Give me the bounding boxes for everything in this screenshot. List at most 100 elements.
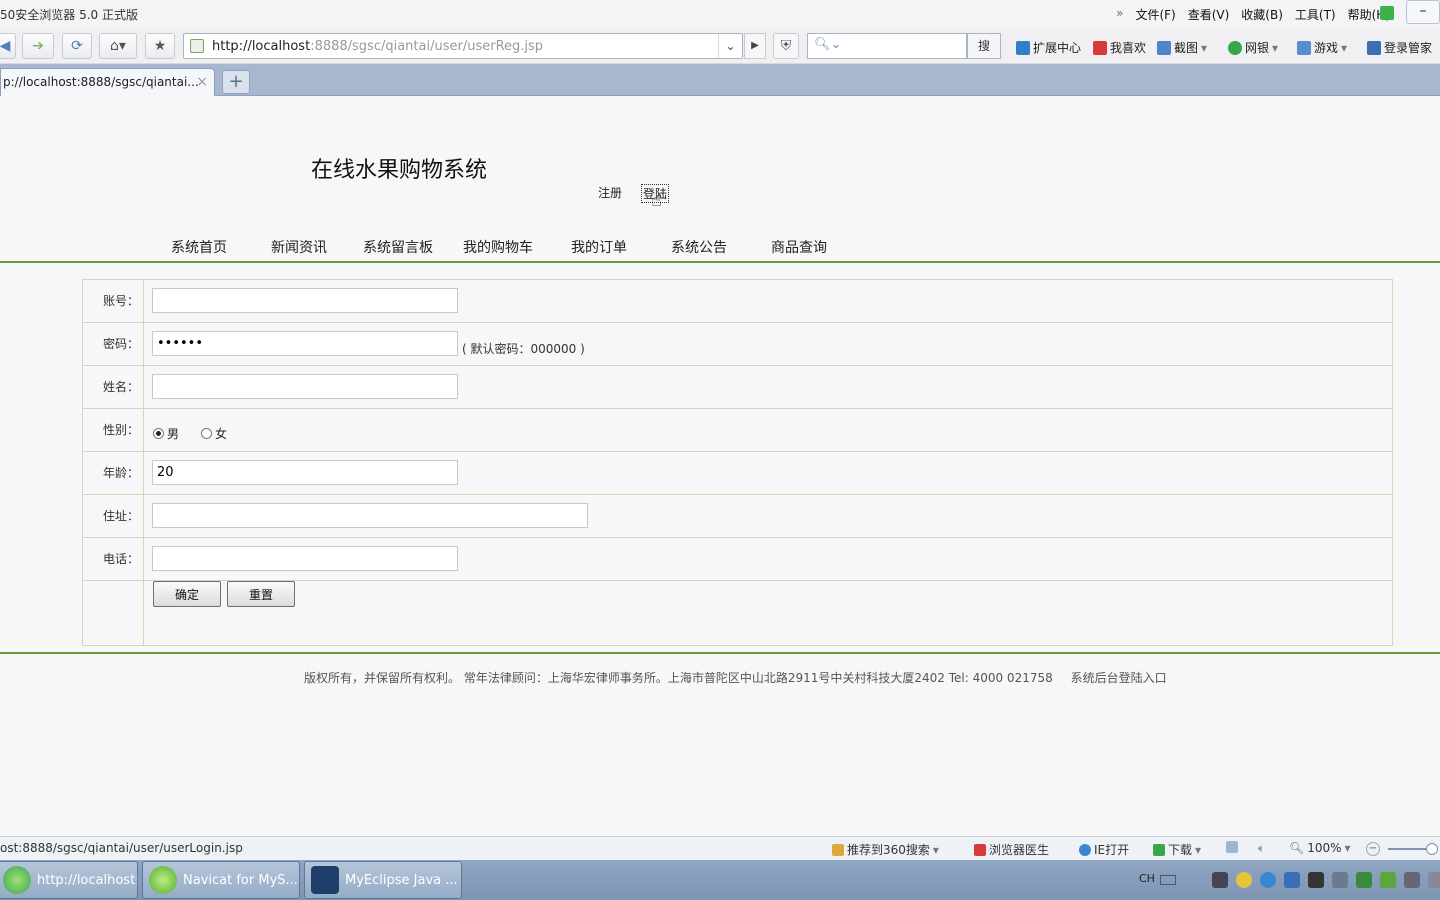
footer-copyright: 版权所有，并保留所有权利。 常年法律顾问：上海华宏律师事务所。上海市普陀区中山北…	[304, 671, 1053, 685]
gender-male-radio[interactable]: 男	[153, 425, 179, 442]
gender-female-radio[interactable]: 女	[201, 425, 227, 442]
ext-center[interactable]: 扩展中心	[1016, 39, 1081, 56]
download-icon	[1153, 843, 1165, 856]
tab-close-icon[interactable]: ×	[196, 74, 208, 90]
address-row: 住址：	[83, 495, 1392, 538]
ime-indicator[interactable]: CH	[1139, 872, 1155, 885]
nav-announcements[interactable]: 系统公告	[671, 237, 727, 257]
submit-button[interactable]: 确定	[153, 581, 221, 607]
address-bar[interactable]: http://localhost:8888/sgsc/qiantai/user/…	[183, 33, 743, 59]
register-link[interactable]: 注册	[598, 184, 622, 201]
zoom-control[interactable]: 🔍︎ 100% ▾	[1289, 841, 1351, 855]
myeclipse-app-icon	[311, 866, 339, 894]
zoom-slider[interactable]: −	[1366, 842, 1440, 856]
recommend-button[interactable]: 推荐到360搜索 ▾	[832, 841, 939, 858]
browser-doctor-button[interactable]: 浏览器医生	[974, 841, 1049, 858]
address-dropdown-icon[interactable]: ⌄	[718, 34, 742, 58]
go-icon[interactable]: ▶	[744, 33, 766, 59]
navicat-app-icon	[149, 866, 177, 894]
name-input[interactable]	[152, 374, 458, 399]
menu-favorites[interactable]: 收藏(B)	[1241, 6, 1283, 23]
hand-cursor-icon: ☝	[651, 190, 662, 211]
ie-open-button[interactable]: IE打开	[1079, 841, 1129, 858]
nav-cart[interactable]: 我的购物车	[463, 237, 533, 257]
task-navicat[interactable]: Navicat for MyS...	[142, 861, 300, 899]
menu-file[interactable]: 文件(F)	[1135, 6, 1175, 23]
games-icon	[1297, 40, 1311, 55]
menu-bar: » 文件(F) 查看(V) 收藏(B) 工具(T) 帮助(H)	[1116, 6, 1390, 23]
zoom-out-icon[interactable]: −	[1366, 842, 1380, 856]
name-row: 姓名：	[83, 366, 1392, 409]
sound-icon[interactable]: 🔈︎	[1258, 841, 1265, 856]
menu-view[interactable]: 查看(V)	[1188, 6, 1230, 23]
search-button[interactable]: 搜	[967, 33, 1001, 59]
tray-app-icon[interactable]	[1212, 872, 1228, 888]
forward-icon[interactable]: ➔	[22, 33, 54, 59]
qq-icon[interactable]	[1236, 872, 1252, 888]
menu-tools[interactable]: 工具(T)	[1295, 6, 1336, 23]
footer-divider	[0, 652, 1440, 654]
ext-bank[interactable]: 网银 ▾	[1228, 39, 1278, 56]
ext-like[interactable]: 我喜欢	[1093, 39, 1146, 56]
tab-active[interactable]: p://localhost:8888/sgsc/qiantai... ×	[0, 68, 215, 96]
address-url[interactable]: http://localhost:8888/sgsc/qiantai/user/…	[212, 39, 543, 54]
action-center-icon[interactable]	[1428, 872, 1440, 888]
tray-security-icon[interactable]	[1380, 872, 1396, 888]
address-input[interactable]	[152, 503, 588, 528]
browser-app-icon	[3, 866, 31, 894]
account-input[interactable]	[152, 288, 458, 313]
button-row-label	[83, 581, 144, 645]
new-tab-button[interactable]: +	[222, 70, 250, 94]
nav-orders[interactable]: 我的订单	[571, 237, 627, 257]
back-icon[interactable]: ◀	[0, 33, 16, 59]
site-title: 在线水果购物系统	[311, 158, 488, 183]
nvidia-icon[interactable]	[1356, 872, 1372, 888]
tray-mouse-icon[interactable]	[1308, 872, 1324, 888]
window-title: 50安全浏览器 5.0 正式版	[0, 8, 138, 22]
task-myeclipse[interactable]: MyEclipse Java ...	[304, 861, 462, 899]
zoom-slider-handle[interactable]	[1426, 843, 1438, 855]
nav-home[interactable]: 系统首页	[171, 237, 227, 257]
search-input[interactable]: 🔍︎⌄	[807, 33, 967, 59]
thumb-icon	[832, 843, 844, 856]
task-browser[interactable]: http://localhost:...	[0, 861, 138, 899]
ext-login-manager[interactable]: 登录管家	[1367, 39, 1432, 56]
key-icon	[1367, 40, 1381, 55]
home-icon[interactable]: ⌂▾	[99, 33, 137, 59]
tab-bar: p://localhost:8888/sgsc/qiantai... × +	[0, 64, 1440, 96]
window-mode-icon[interactable]	[1226, 841, 1238, 853]
age-input[interactable]	[152, 460, 458, 485]
minimize-button[interactable]: –	[1406, 0, 1440, 24]
ext-games[interactable]: 游戏 ▾	[1297, 39, 1347, 56]
tray-search-icon[interactable]	[1260, 872, 1276, 888]
keyboard-icon[interactable]	[1160, 875, 1176, 885]
tray-update-icon[interactable]	[1284, 872, 1300, 888]
browser-toolbar: ◀ ➔ ⟳ ⌂▾ ★ http://localhost:8888/sgsc/qi…	[0, 28, 1440, 64]
password-hint: ( 默认密码：000000 )	[462, 342, 585, 356]
age-row: 年龄：	[83, 452, 1392, 495]
network-icon[interactable]	[1404, 872, 1420, 888]
security-shield-icon[interactable]: ⛨	[773, 33, 799, 59]
reset-button[interactable]: 重置	[227, 581, 295, 607]
favorite-star-icon[interactable]: ★	[145, 33, 175, 59]
button-row: 确定 重置	[83, 581, 1392, 645]
status-bar: ost:8888/sgsc/qiantai/user/userLogin.jsp…	[0, 836, 1440, 860]
skin-icon[interactable]	[1380, 6, 1394, 20]
menu-overflow-icon[interactable]: »	[1116, 6, 1123, 23]
phone-input[interactable]	[152, 546, 458, 571]
download-button[interactable]: 下载 ▾	[1153, 841, 1201, 858]
page-content: 在线水果购物系统 注册 登陆 ☝ 系统首页 新闻资讯 系统留言板 我的购物车 我…	[0, 96, 1440, 836]
nav-news[interactable]: 新闻资讯	[271, 237, 327, 257]
account-row: 账号：	[83, 280, 1392, 323]
volume-icon[interactable]	[1332, 872, 1348, 888]
system-tray	[1212, 872, 1440, 888]
admin-login-link[interactable]: 系统后台登陆入口	[1071, 671, 1167, 685]
nav-product-search[interactable]: 商品查询	[771, 237, 827, 257]
password-input[interactable]	[152, 331, 458, 356]
refresh-icon[interactable]: ⟳	[62, 33, 92, 59]
radio-unchecked-icon	[201, 428, 212, 439]
nav-guestbook[interactable]: 系统留言板	[363, 237, 433, 257]
address-label: 住址：	[83, 495, 144, 537]
ext-screenshot[interactable]: 截图 ▾	[1157, 39, 1207, 56]
zoom-icon: 🔍︎	[1289, 841, 1305, 855]
